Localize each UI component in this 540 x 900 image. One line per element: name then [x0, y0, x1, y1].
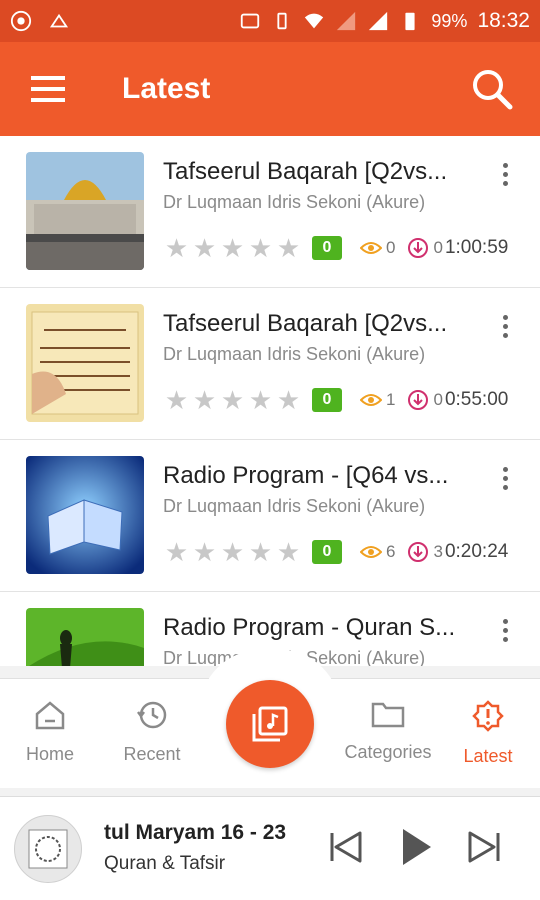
quran-app-icon	[49, 13, 69, 28]
item-speaker: Dr Luqmaan Idris Sekoni (Akure)	[163, 192, 426, 212]
duration: 0:55:00	[444, 389, 509, 410]
nav-recent[interactable]: Recent	[102, 700, 202, 765]
home-icon	[35, 701, 65, 730]
downloads-stat: 3	[407, 541, 443, 563]
thumbnail-calligraphy	[26, 304, 144, 422]
item-speaker: Dr Luqmaan Idris Sekoni (Akure)	[163, 344, 426, 364]
folder-icon	[371, 702, 405, 728]
search-icon	[473, 70, 513, 110]
item-title[interactable]: Tafseerul Baqarah [Q2vs...	[163, 158, 469, 186]
skip-next-icon	[468, 831, 500, 863]
nav-latest-label: Latest	[463, 746, 513, 766]
nav-categories-label: Categories	[344, 742, 432, 762]
list-item[interactable]: Radio Program - [Q64 vs... Dr Luqmaan Id…	[0, 440, 540, 592]
new-badge-icon	[472, 700, 504, 732]
thumbnail-green-silhouette	[26, 608, 144, 666]
thumbnail-mosque	[26, 152, 144, 270]
more-options-button[interactable]	[490, 308, 520, 344]
status-bar: 99% 18:32	[0, 0, 540, 42]
nav-recent-label: Recent	[123, 744, 181, 764]
history-icon	[137, 701, 167, 729]
eye-icon	[360, 394, 382, 406]
rating-stars[interactable]: ★ ★ ★ ★ ★	[163, 235, 302, 261]
list-item[interactable]: Tafseerul Baqarah [Q2vs... Dr Luqmaan Id…	[0, 288, 540, 440]
battery-percent: 99%	[431, 10, 468, 31]
views-stat: 1	[360, 390, 395, 410]
player-artwork	[14, 815, 82, 883]
library-fab-button[interactable]	[226, 680, 314, 768]
camera-shutter-icon	[10, 10, 32, 32]
nav-categories[interactable]: Categories	[338, 700, 438, 763]
duration: 0:20:24	[444, 541, 509, 562]
downloads-count: 0	[433, 238, 443, 257]
music-library-icon	[252, 706, 288, 742]
hamburger-icon	[31, 76, 65, 102]
battery-icon	[405, 12, 415, 31]
play-icon	[403, 829, 431, 865]
player-title: tul Maryam 16 - 23	[104, 821, 287, 844]
search-button[interactable]	[444, 42, 540, 136]
wifi-icon	[305, 13, 324, 29]
views-count: 0	[386, 238, 396, 257]
more-options-button[interactable]	[490, 460, 520, 496]
thumbnail-quran-book	[26, 456, 144, 574]
item-stats: ★ ★ ★ ★ ★ 0 6 3 0:20:24	[163, 538, 509, 566]
list-item[interactable]: Tafseerul Baqarah [Q2vs... Dr Luqmaan Id…	[0, 136, 540, 288]
rating-count-badge: 0	[312, 236, 342, 260]
app-bar: Latest	[0, 42, 540, 136]
rating-count-badge: 0	[312, 388, 342, 412]
item-title[interactable]: Tafseerul Baqarah [Q2vs...	[163, 310, 469, 338]
signal-icon-2	[369, 11, 388, 31]
downloads-stat: 0	[407, 237, 443, 259]
download-icon	[408, 542, 429, 562]
skip-previous-icon	[330, 831, 362, 863]
nav-home-label: Home	[25, 744, 74, 764]
eye-icon	[360, 546, 382, 558]
audio-list: Tafseerul Baqarah [Q2vs... Dr Luqmaan Id…	[0, 136, 540, 666]
item-title[interactable]: Radio Program - Quran S...	[163, 614, 469, 642]
rating-stars[interactable]: ★ ★ ★ ★ ★	[163, 539, 302, 565]
duration: 1:00:59	[444, 237, 509, 258]
eye-icon	[360, 242, 382, 254]
nav-home[interactable]: Home	[0, 700, 100, 765]
mini-player[interactable]: tul Maryam 16 - 23 Quran & Tafsir	[0, 796, 540, 900]
downloads-count: 3	[433, 542, 443, 561]
page-title: Latest	[122, 72, 211, 105]
downloads-count: 0	[433, 390, 443, 409]
downloads-stat: 0	[407, 389, 443, 411]
views-stat: 6	[360, 542, 395, 562]
cast-icon	[241, 13, 260, 29]
views-count: 6	[386, 542, 396, 561]
item-stats: ★ ★ ★ ★ ★ 0 1 0 0:55:00	[163, 386, 509, 414]
previous-button[interactable]	[326, 827, 366, 867]
clock: 18:32	[477, 9, 530, 32]
download-icon	[408, 238, 429, 258]
player-subtitle: Quran & Tafsir	[104, 853, 226, 874]
download-icon	[408, 390, 429, 410]
more-options-button[interactable]	[490, 612, 520, 648]
vibrate-icon	[277, 12, 287, 30]
item-title[interactable]: Radio Program - [Q64 vs...	[163, 462, 469, 490]
rating-stars[interactable]: ★ ★ ★ ★ ★	[163, 387, 302, 413]
views-stat: 0	[360, 238, 395, 258]
next-button[interactable]	[464, 827, 504, 867]
signal-icon-1	[337, 11, 356, 31]
rating-count-badge: 0	[312, 540, 342, 564]
nav-latest[interactable]: Latest	[438, 700, 538, 767]
menu-button[interactable]	[0, 42, 96, 136]
item-speaker: Dr Luqmaan Idris Sekoni (Akure)	[163, 496, 426, 516]
item-stats: ★ ★ ★ ★ ★ 0 0 0 1:00:59	[163, 234, 509, 262]
more-options-button[interactable]	[490, 156, 520, 192]
views-count: 1	[386, 390, 396, 409]
play-button[interactable]	[396, 827, 436, 867]
